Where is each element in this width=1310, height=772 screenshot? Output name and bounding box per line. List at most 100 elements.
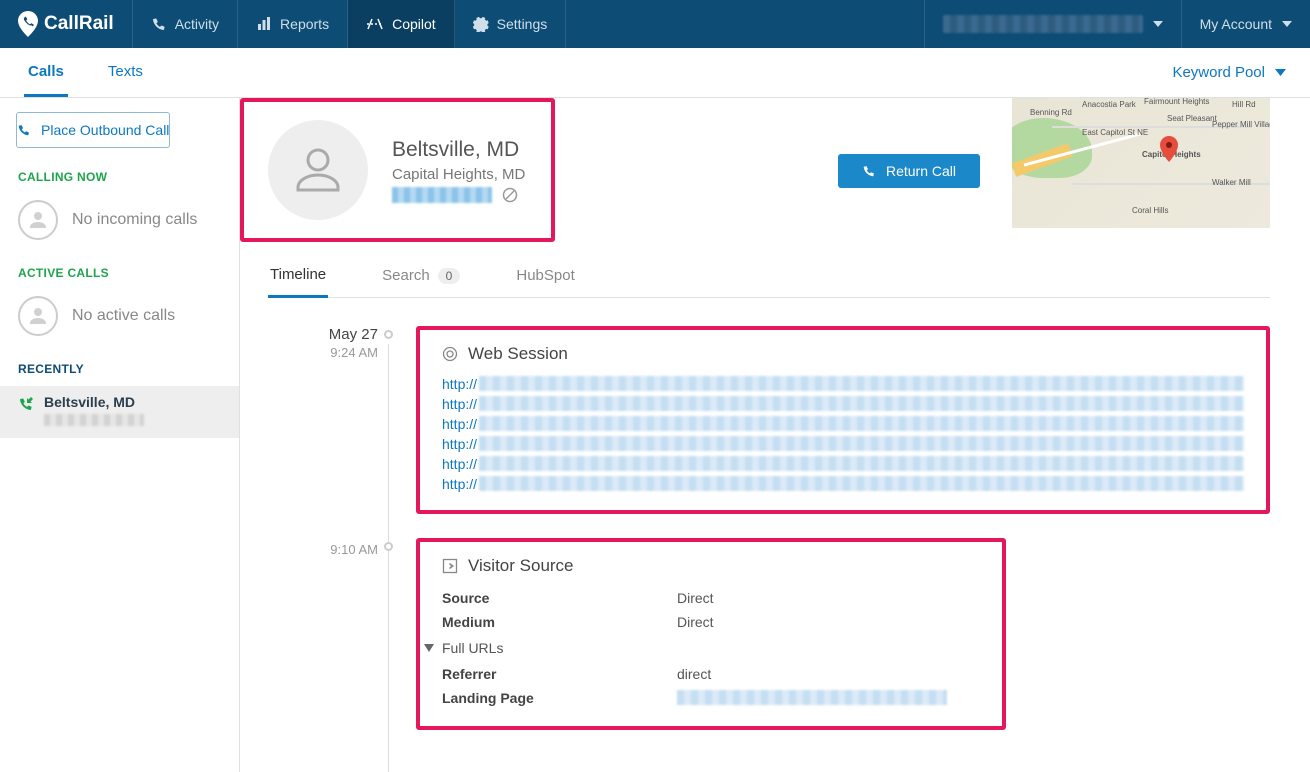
timeline-time: 9:10 AM (268, 542, 378, 557)
nav-reports[interactable]: Reports (238, 0, 348, 48)
nav-settings[interactable]: Settings (455, 0, 567, 48)
vs-key: Landing Page (442, 690, 677, 706)
content-area: Beltsville, MD Capital Heights, MD Retur… (240, 98, 1310, 772)
card-title: Visitor Source (468, 556, 574, 576)
vs-value: Direct (677, 614, 714, 630)
nav-activity[interactable]: Activity (133, 0, 238, 48)
vs-key: Referrer (442, 666, 677, 682)
sidebar: Place Outbound Call CALLING NOW No incom… (0, 98, 240, 772)
dtab-timeline[interactable]: Timeline (268, 266, 328, 298)
timeline-dot (384, 330, 393, 339)
place-outbound-call-button[interactable]: Place Outbound Call (16, 112, 170, 148)
nav-my-account-label: My Account (1200, 16, 1272, 32)
timeline-entry: 9:10 AM Visitor Source Source Direct Med… (268, 538, 1270, 730)
session-url-link[interactable]: http:// (442, 434, 1244, 454)
top-nav: CallRail Activity Reports Copilot Settin… (0, 0, 1310, 48)
keyword-pool-label: Keyword Pool (1172, 64, 1265, 81)
chevron-down-icon (1275, 69, 1286, 76)
web-session-card: Web Session http:// http:// http:// http… (416, 326, 1270, 514)
timeline-entry: May 27 9:24 AM Web Session http:// http:… (268, 326, 1270, 514)
brand-text: CallRail (44, 13, 114, 35)
nav-company-switcher[interactable] (924, 0, 1181, 48)
recent-item-title: Beltsville, MD (44, 394, 221, 410)
nav-copilot[interactable]: Copilot (348, 0, 455, 48)
recent-item-phone-redacted (44, 414, 144, 426)
gear-icon (473, 16, 489, 32)
section-recently: RECENTLY (0, 362, 239, 386)
caller-phone-redacted (392, 187, 492, 203)
map-label: Anacostia Park (1082, 100, 1136, 109)
subtab-calls[interactable]: Calls (24, 48, 68, 97)
visitor-source-card: Visitor Source Source Direct Medium Dire… (416, 538, 1006, 730)
session-url-link[interactable]: http:// (442, 454, 1244, 474)
caller-avatar (268, 120, 368, 220)
recent-call-item[interactable]: Beltsville, MD (0, 386, 239, 438)
outbound-call-label: Place Outbound Call (41, 122, 169, 138)
session-url-link[interactable]: http:// (442, 374, 1244, 394)
section-active-calls: ACTIVE CALLS (0, 266, 239, 290)
avatar-placeholder-icon (18, 200, 58, 240)
caret-down-icon (424, 644, 434, 652)
bar-chart-icon (256, 16, 272, 32)
caller-location: Capital Heights, MD (392, 166, 525, 183)
session-url-link[interactable]: http:// (442, 394, 1244, 414)
nav-settings-label: Settings (497, 16, 548, 32)
active-calls-empty: No active calls (0, 290, 239, 362)
blocked-icon (502, 187, 518, 203)
timeline: May 27 9:24 AM Web Session http:// http:… (268, 326, 1270, 754)
avatar-placeholder-icon (18, 296, 58, 336)
phone-icon (151, 16, 167, 32)
timeline-dot (384, 542, 393, 551)
phone-icon (17, 123, 31, 137)
session-url-link[interactable]: http:// (442, 414, 1244, 434)
nav-reports-label: Reports (280, 16, 329, 32)
card-title: Web Session (468, 344, 568, 364)
map-label: Hill Rd (1232, 100, 1256, 109)
no-active-label: No active calls (72, 307, 175, 325)
nav-copilot-label: Copilot (392, 16, 436, 32)
section-calling-now: CALLING NOW (0, 170, 239, 194)
vs-key: Medium (442, 614, 677, 630)
dtab-search[interactable]: Search 0 (380, 266, 462, 297)
map-label: Fairmount Heights (1144, 98, 1209, 106)
map-label: Walker Mill (1212, 178, 1251, 187)
chevron-down-icon (1282, 21, 1292, 27)
map-pin-icon (1160, 136, 1178, 162)
map-label: Benning Rd (1030, 108, 1072, 117)
dtab-hubspot[interactable]: HubSpot (514, 266, 576, 297)
incoming-call-icon (18, 396, 34, 412)
map-label: Seat Pleasant (1167, 114, 1217, 123)
nav-my-account[interactable]: My Account (1181, 0, 1310, 48)
map-label: East Capitol St NE (1082, 128, 1148, 137)
timeline-date: May 27 (268, 326, 378, 343)
return-call-button[interactable]: Return Call (838, 154, 980, 188)
copilot-icon (366, 17, 384, 31)
map-label: Pepper Mill Village (1212, 120, 1270, 129)
full-urls-toggle[interactable]: Full URLs (424, 634, 980, 662)
detail-tabs: Timeline Search 0 HubSpot (268, 266, 1270, 298)
brand-logo[interactable]: CallRail (0, 0, 133, 48)
subtab-texts[interactable]: Texts (104, 48, 147, 97)
target-icon (442, 346, 458, 362)
company-name-redacted (943, 15, 1143, 33)
vs-value: direct (677, 666, 711, 682)
vs-value: Direct (677, 590, 714, 606)
phone-icon (862, 164, 876, 178)
return-call-label: Return Call (886, 163, 956, 179)
sub-nav: Calls Texts Keyword Pool (0, 48, 1310, 98)
timeline-time: 9:24 AM (268, 345, 378, 360)
caller-map[interactable]: Anacostia Park Fairmount Heights Seat Pl… (1012, 98, 1270, 228)
enter-icon (442, 558, 458, 574)
search-count-badge: 0 (438, 268, 461, 284)
caller-name: Beltsville, MD (392, 138, 525, 162)
caller-card: Beltsville, MD Capital Heights, MD (240, 98, 555, 242)
no-incoming-label: No incoming calls (72, 211, 197, 229)
vs-value-redacted (677, 690, 947, 705)
map-label: Coral Hills (1132, 206, 1168, 215)
nav-activity-label: Activity (175, 16, 219, 32)
phone-pin-icon (18, 11, 38, 37)
vs-key: Source (442, 590, 677, 606)
session-url-link[interactable]: http:// (442, 474, 1244, 494)
keyword-pool-dropdown[interactable]: Keyword Pool (1172, 48, 1286, 97)
calling-now-empty: No incoming calls (0, 194, 239, 266)
